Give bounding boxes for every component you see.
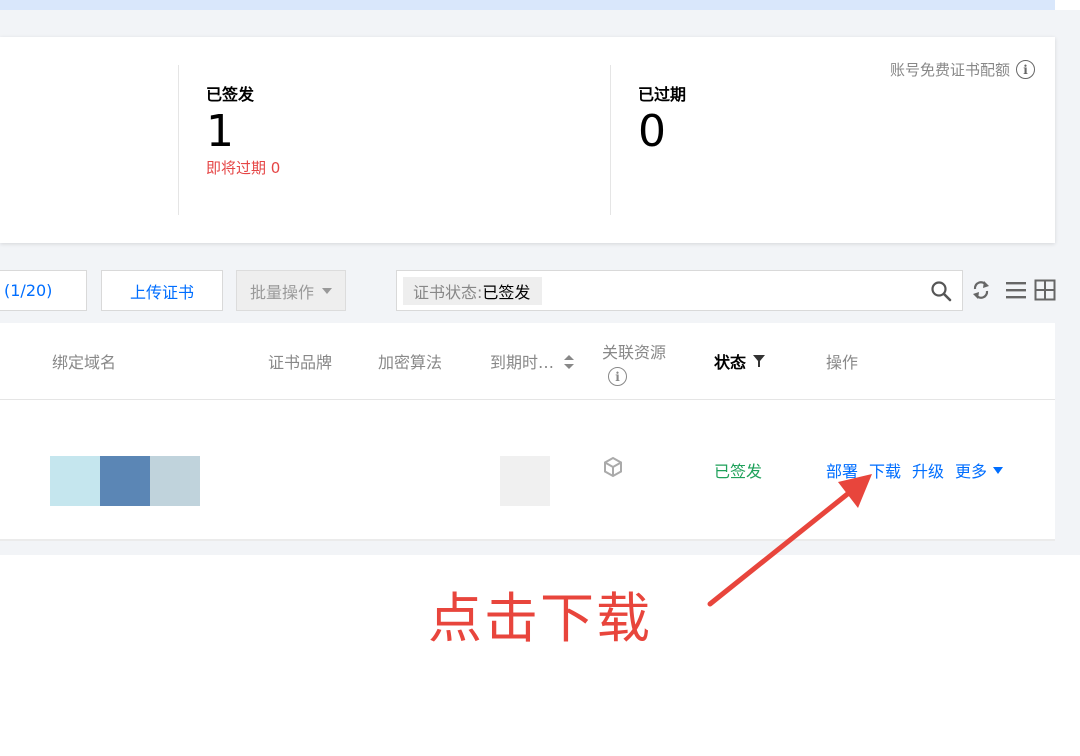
more-label: 更多 (955, 462, 988, 481)
column-header-resources: 关联资源 (602, 343, 667, 362)
info-icon[interactable]: i (1016, 60, 1035, 79)
expiring-soon-count[interactable]: 即将过期 0 (206, 157, 280, 178)
column-header-status[interactable]: 状态 (714, 349, 746, 373)
header-divider (0, 399, 1055, 400)
masked-domain-block (150, 456, 200, 506)
divider (610, 65, 611, 215)
issued-stat: 已签发 1 即将过期 0 (206, 81, 280, 178)
filter-value: 已签发 (482, 283, 531, 302)
upload-cert-button[interactable]: 上传证书 (101, 270, 223, 311)
arrow-icon (707, 474, 872, 607)
sort-icon[interactable] (564, 355, 574, 369)
top-banner (0, 0, 1055, 10)
certificate-table: 绑定域名 证书品牌 加密算法 到期时… 关联资源 i 状态 操作 已签发 部署 … (0, 323, 1055, 541)
issued-count[interactable]: 1 (206, 107, 280, 157)
column-header-resources-wrap: 关联资源 i (602, 339, 672, 386)
more-dropdown[interactable]: 更多 (955, 458, 1004, 482)
column-header-expiry[interactable]: 到期时… (490, 349, 554, 373)
batch-actions-label: 批量操作 (249, 282, 314, 302)
expired-count[interactable]: 0 (638, 107, 686, 157)
masked-domain-block (50, 456, 100, 506)
column-header-actions: 操作 (826, 353, 859, 372)
masked-expiry-block (500, 456, 550, 506)
cube-icon[interactable] (602, 456, 624, 478)
issued-label: 已签发 (206, 85, 255, 104)
batch-actions-button[interactable]: 批量操作 (236, 270, 346, 311)
column-header-algorithm: 加密算法 (378, 353, 443, 372)
free-quota: 账号免费证书配额 i (890, 59, 1035, 80)
quota-label: 账号免费证书配额 (889, 61, 1010, 79)
refresh-icon[interactable] (969, 278, 993, 302)
grid-view-icon[interactable] (1033, 278, 1057, 302)
divider (178, 65, 179, 215)
annotation-click-download: 点击下载 (428, 587, 652, 650)
upgrade-link[interactable]: 升级 (912, 458, 944, 482)
certificate-summary-card: 已签发 1 即将过期 0 已过期 0 账号免费证书配额 i (0, 37, 1055, 243)
search-icon[interactable] (930, 280, 952, 302)
status-filter-tag[interactable]: 证书状态: 已签发 (403, 277, 543, 305)
filter-key: 证书状态: (413, 283, 483, 302)
chevron-down-icon (993, 466, 1004, 474)
column-header-domain: 绑定域名 (52, 353, 117, 372)
chevron-down-icon (322, 287, 332, 294)
expired-label: 已过期 (638, 85, 687, 104)
row-divider (0, 539, 1055, 541)
list-view-icon[interactable] (1004, 278, 1028, 302)
info-icon[interactable]: i (608, 367, 627, 386)
filter-icon[interactable] (753, 355, 765, 367)
quota-count: (1/20) (4, 281, 53, 300)
search-input[interactable]: 证书状态: 已签发 (396, 270, 963, 311)
masked-domain-block (100, 456, 150, 506)
column-header-brand: 证书品牌 (268, 353, 333, 372)
apply-free-cert-button[interactable]: (1/20) (0, 270, 87, 311)
expired-stat: 已过期 0 (638, 81, 686, 157)
